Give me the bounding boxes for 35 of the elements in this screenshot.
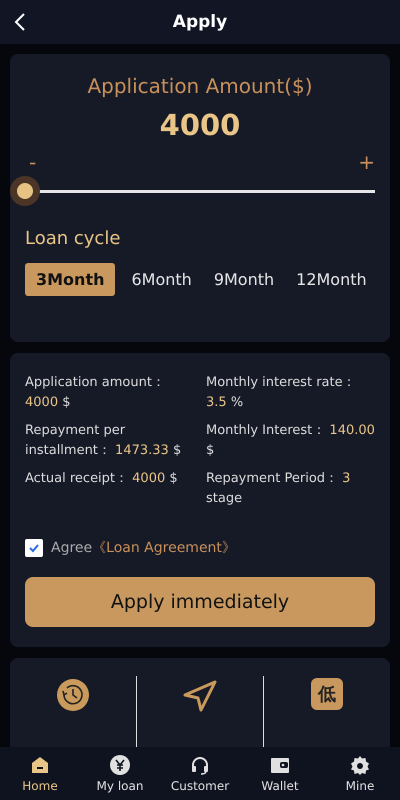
agreement-link[interactable]: 《Loan Agreement》 xyxy=(92,539,236,557)
detail-text: Monthly interest rate： 3.5 % xyxy=(206,374,357,412)
detail-text: Repayment per installment： 1473.33 $ xyxy=(25,422,182,460)
detail-text: Actual receipt： 4000 $ xyxy=(25,470,179,488)
back-icon[interactable] xyxy=(14,12,26,32)
headset-icon xyxy=(190,754,210,774)
tab-item[interactable]: Mine xyxy=(320,747,400,800)
cycle-tab[interactable]: 6Month xyxy=(125,263,198,296)
cycle-tab[interactable]: 3Month xyxy=(25,263,116,296)
loan-cycle-title: Loan cycle xyxy=(25,228,122,249)
detail-text: Monthly Interest： 140.00 $ xyxy=(206,422,375,460)
detail-text: Repayment Period： 3 stage xyxy=(206,470,352,508)
tab-item[interactable]: Customer xyxy=(160,747,240,800)
cycle-tab[interactable]: 9Month xyxy=(208,263,280,296)
tab-item[interactable]: Home xyxy=(0,747,80,800)
check-icon xyxy=(28,542,40,554)
detail-text: Application amount： 4000 $ xyxy=(25,374,166,412)
clock-icon[interactable] xyxy=(56,678,90,712)
page-title: Apply xyxy=(172,12,228,32)
cycle-tab[interactable]: 12Month xyxy=(290,263,373,296)
low-badge[interactable]: 低 xyxy=(311,678,343,710)
amount-title: Application Amount($) xyxy=(86,74,314,98)
agree-checkbox[interactable] xyxy=(25,539,43,557)
apply-button[interactable]: Apply immediately xyxy=(25,577,375,627)
send-icon[interactable] xyxy=(183,678,217,712)
tab-item[interactable]: Wallet xyxy=(240,747,320,800)
minus-label: - xyxy=(29,150,36,174)
tab-item[interactable]: My loan xyxy=(80,747,160,800)
plus-label: + xyxy=(358,150,375,174)
amount-slider[interactable] xyxy=(10,176,375,206)
yen-icon xyxy=(110,754,130,774)
settings-icon xyxy=(350,754,370,774)
agree-label: Agree xyxy=(51,540,92,556)
home-icon xyxy=(30,754,50,774)
amount-value: 4000 xyxy=(158,108,242,142)
